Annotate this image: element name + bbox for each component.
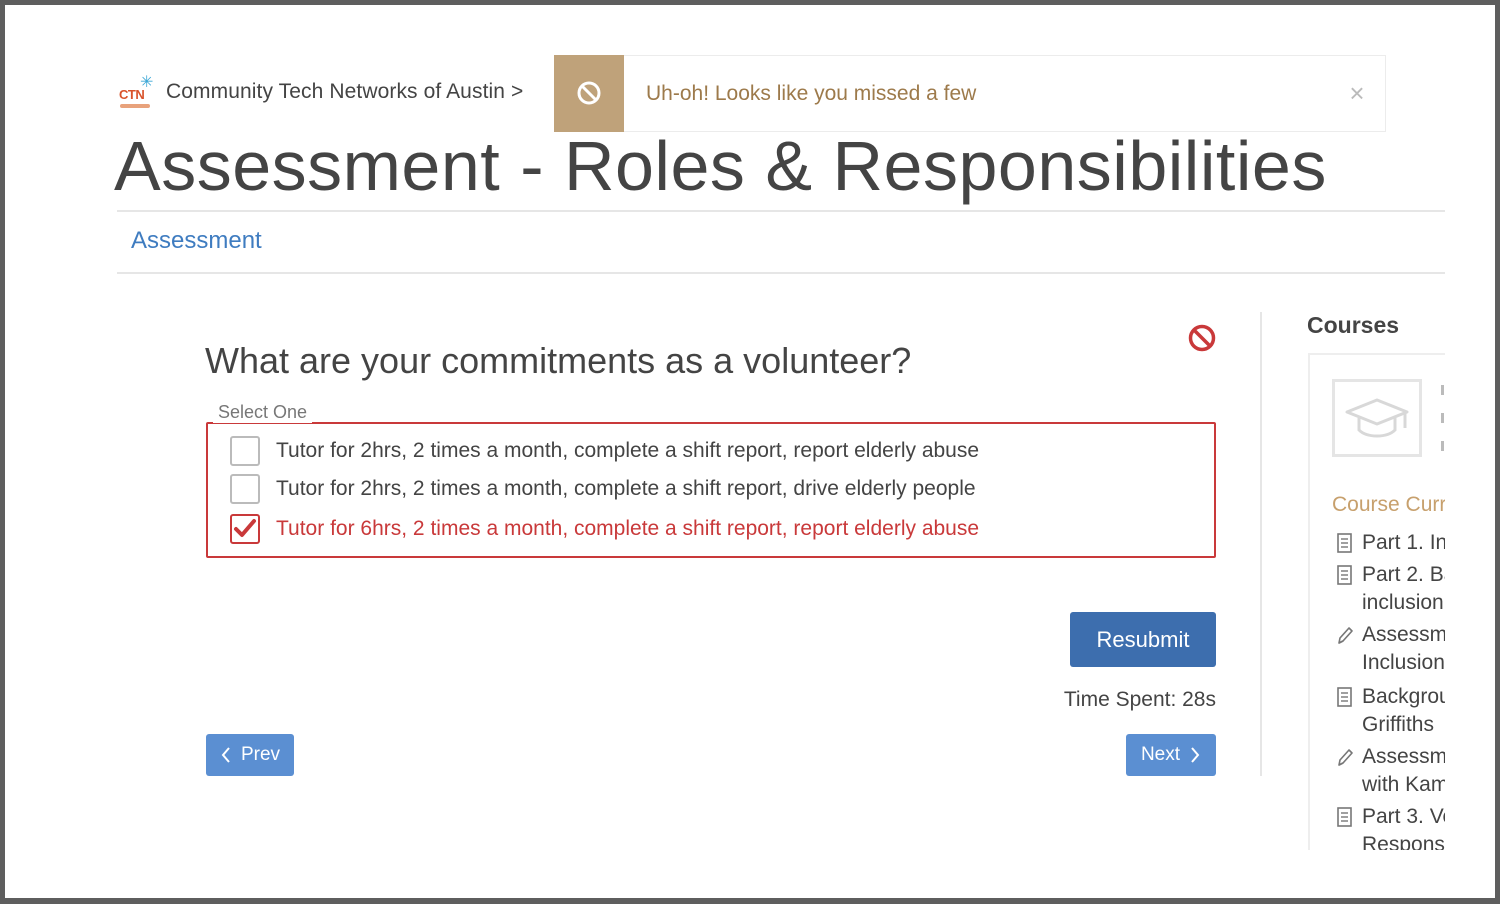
alert-message: Uh-oh! Looks like you missed a few (646, 81, 977, 105)
curriculum-item-label: Part 2. Ba (1362, 563, 1445, 586)
option-3-checkbox[interactable] (230, 514, 260, 544)
curriculum-item-label-2: Inclusion (1362, 651, 1445, 674)
option-3-label: Tutor for 6hrs, 2 times a month, complet… (276, 517, 980, 540)
fieldset-legend: Select One (213, 402, 313, 423)
breadcrumb-separator: > (511, 80, 524, 103)
document-icon (1337, 533, 1352, 553)
curriculum-item-label-2: with Kam (1362, 773, 1445, 796)
checkmark-icon (234, 519, 256, 537)
question-text: What are your commitments as a volunteer… (205, 340, 912, 381)
pencil-icon (1338, 749, 1353, 766)
option-1[interactable]: Tutor for 2hrs, 2 times a month, complet… (230, 436, 979, 466)
resubmit-button[interactable]: Resubmit (1070, 612, 1216, 667)
sidebar-title: Courses (1307, 312, 1400, 338)
option-2-label: Tutor for 2hrs, 2 times a month, complet… (276, 477, 976, 500)
course-thumbnail[interactable] (1332, 379, 1422, 457)
course-panel: Course Curr Part 1. In Part 2. Ba inclusi… (1308, 353, 1445, 850)
prev-label: Prev (240, 744, 281, 765)
chevron-left-icon (221, 747, 230, 763)
option-1-label: Tutor for 2hrs, 2 times a month, complet… (276, 439, 980, 462)
curriculum-item-label-2: Responsi (1362, 833, 1445, 850)
alert-close-button[interactable]: × (1329, 78, 1385, 109)
curriculum-item[interactable]: Part 1. In (1336, 529, 1445, 557)
option-2[interactable]: Tutor for 2hrs, 2 times a month, complet… (230, 474, 976, 504)
next-button[interactable]: Next (1126, 734, 1216, 776)
curriculum-item[interactable]: Part 3. Vo Responsi (1336, 803, 1445, 850)
pencil-icon (1338, 627, 1353, 644)
error-alert: Uh-oh! Looks like you missed a few × (554, 54, 1386, 132)
curriculum-item-label: Part 3. Vo (1362, 805, 1445, 828)
document-icon (1337, 807, 1352, 827)
prev-button[interactable]: Prev (206, 734, 294, 776)
breadcrumb: CTN ✳ Community Tech Networks of Austin … (118, 72, 523, 112)
chevron-right-icon (1191, 747, 1200, 763)
graduation-cap-icon (1345, 398, 1409, 438)
curriculum-heading: Course Curr (1332, 493, 1445, 516)
sidebar-divider (1260, 312, 1262, 776)
palm-tree-icon: ✳ (140, 74, 154, 91)
ban-icon (577, 81, 601, 105)
curriculum-item-label: Assessm (1362, 745, 1445, 768)
curriculum-item-label-2: Griffiths (1362, 713, 1434, 736)
divider (117, 272, 1445, 274)
curriculum-item[interactable]: Assessm with Kam (1336, 743, 1445, 799)
truncated-text-fragment (1441, 385, 1444, 475)
option-1-checkbox[interactable] (230, 436, 260, 466)
curriculum-item[interactable]: Backgrou Griffiths (1336, 683, 1445, 739)
curriculum-item[interactable]: Assessm Inclusion (1336, 621, 1445, 677)
error-ban-icon (1188, 324, 1216, 352)
curriculum-item-label: Part 1. In (1362, 531, 1445, 554)
time-spent: Time Spent: 28s (1063, 688, 1216, 711)
ctn-logo[interactable]: CTN ✳ (118, 72, 156, 112)
option-2-checkbox[interactable] (230, 474, 260, 504)
curriculum-item[interactable]: Part 2. Ba inclusion (1336, 561, 1445, 617)
curriculum-item-label-2: inclusion (1362, 591, 1444, 614)
page-title: Assessment - Roles & Responsibilities (114, 127, 1327, 205)
option-3[interactable]: Tutor for 6hrs, 2 times a month, complet… (230, 514, 979, 544)
document-icon (1337, 565, 1352, 585)
alert-icon-box (554, 54, 624, 132)
curriculum-item-label: Backgrou (1362, 685, 1445, 708)
next-label: Next (1140, 744, 1181, 765)
tab-assessment[interactable]: Assessment (131, 227, 262, 255)
divider (117, 210, 1445, 212)
curriculum-item-label: Assessm (1362, 623, 1445, 646)
breadcrumb-org-link[interactable]: Community Tech Networks of Austin (166, 80, 505, 104)
logo-underline (120, 104, 150, 108)
document-icon (1337, 687, 1352, 707)
